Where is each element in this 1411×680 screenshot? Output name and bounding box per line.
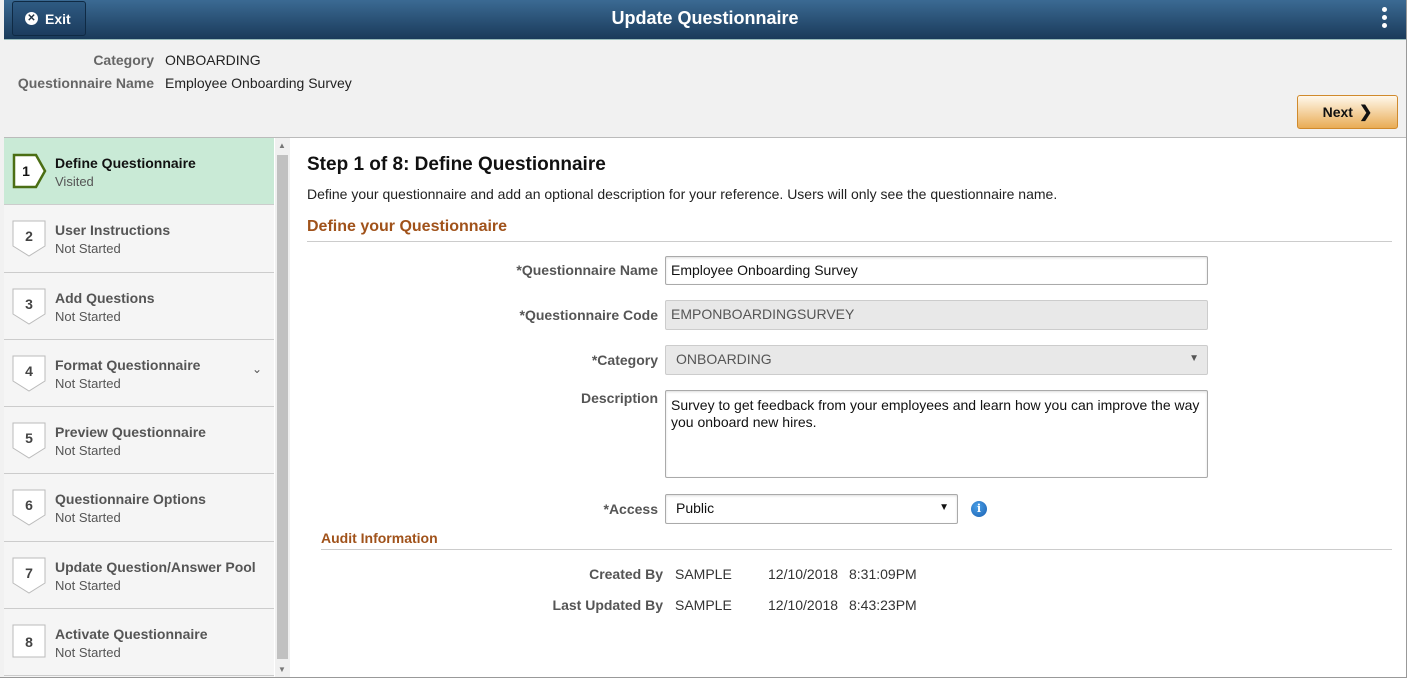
step-item-1[interactable]: 1 Define Questionnaire Visited — [4, 138, 274, 206]
step-item-7[interactable]: 7 Update Question/Answer Pool Not Started — [4, 542, 274, 610]
category-select: ONBOARDING ▼ — [665, 345, 1208, 375]
step-pending-icon: 2 — [12, 220, 46, 257]
summary: Category ONBOARDING Questionnaire Name Emp… — [10, 48, 352, 94]
dropdown-arrow-icon: ▼ — [939, 502, 949, 513]
next-button[interactable]: Next ❯ — [1297, 95, 1398, 129]
step-status: Not Started — [55, 443, 121, 459]
step-pending-icon: 3 — [12, 288, 46, 325]
header-bar: ✕ Exit Update Questionnaire — [4, 0, 1406, 40]
main-area: 1 Define Questionnaire Visited 2 User Instru… — [4, 137, 1406, 677]
step-title: Define Questionnaire — [55, 155, 196, 171]
questionnaire-name-label: *Questionnaire Name — [516, 262, 658, 278]
step-item-3[interactable]: 3 Add Questions Not Started — [4, 273, 274, 340]
step-status: Not Started — [55, 510, 121, 526]
scroll-up-icon[interactable]: ▲ — [278, 141, 286, 150]
dropdown-arrow-icon: ▼ — [1189, 353, 1199, 364]
step-status: Visited — [55, 174, 94, 189]
step-pending-icon: 6 — [12, 489, 46, 527]
questionnaire-code-label: *Questionnaire Code — [519, 307, 658, 323]
category-select-value: ONBOARDING — [676, 351, 772, 367]
step-item-8[interactable]: 8 Activate Questionnaire Not Started — [4, 609, 274, 677]
chevron-down-icon[interactable]: ⌄ — [252, 362, 262, 376]
step-title: Format Questionnaire — [55, 356, 201, 373]
info-icon[interactable]: i — [971, 501, 987, 517]
svg-text:7: 7 — [25, 565, 33, 581]
svg-text:6: 6 — [25, 497, 33, 513]
step-active-chevron-icon: 1 — [12, 153, 47, 189]
step-status: Not Started — [55, 577, 121, 593]
intro-text: Define your questionnaire and add an opt… — [307, 186, 1058, 202]
category-value: ONBOARDING — [165, 51, 261, 68]
step-title: Questionnaire Options — [55, 491, 206, 508]
step-pending-icon: 4 — [12, 355, 46, 392]
step-title: Add Questions — [55, 289, 155, 306]
access-select-value: Public — [676, 500, 715, 516]
created-by-label: Created By — [589, 566, 663, 582]
description-label: Description — [580, 390, 658, 406]
step-status: Not Started — [55, 645, 121, 661]
svg-text:3: 3 — [25, 296, 33, 312]
step-navigation: 1 Define Questionnaire Visited 2 User Instru… — [4, 138, 274, 677]
questionnaire-code-input: EMPONBOARDINGSURVEY — [665, 300, 1208, 330]
more-vertical-icon[interactable] — [1382, 7, 1388, 31]
scroll-thumb[interactable] — [277, 155, 288, 659]
created-by-value: SAMPLE — [675, 566, 732, 582]
step-pending-icon: 7 — [12, 557, 46, 594]
updated-date: 12/10/2018 — [768, 597, 839, 613]
access-select[interactable]: Public ▼ — [665, 494, 958, 524]
step-box-icon: 8 — [12, 624, 46, 658]
svg-text:5: 5 — [25, 430, 33, 446]
created-date: 12/10/2018 — [768, 566, 839, 582]
content: Step 1 of 8: Define Questionnaire Define… — [307, 138, 1392, 613]
step-heading: Step 1 of 8: Define Questionnaire — [307, 154, 606, 175]
category-label: Category — [93, 51, 154, 68]
updated-by-value: SAMPLE — [675, 597, 732, 613]
window: ✕ Exit Update Questionnaire Category ONBOA… — [0, 0, 1407, 678]
description-textarea[interactable]: Survey to get feedback from your employe… — [665, 390, 1208, 478]
updated-by-label: Last Updated By — [552, 597, 663, 613]
access-label: *Access — [603, 501, 659, 517]
svg-text:1: 1 — [22, 163, 30, 179]
next-label: Next — [1322, 104, 1353, 120]
page-title: Update Questionnaire — [611, 8, 799, 28]
svg-text:4: 4 — [25, 363, 33, 379]
step-title: Activate Questionnaire — [55, 626, 208, 643]
name-value: Employee Onboarding Survey — [165, 74, 352, 91]
step-title: Update Question/Answer Pool — [55, 558, 256, 575]
created-time: 8:31:09PM — [849, 566, 917, 582]
questionnaire-name-input[interactable]: Employee Onboarding Survey — [665, 256, 1208, 285]
step-item-4[interactable]: 4 Format Questionnaire Not Started ⌄ — [4, 340, 274, 408]
step-item-2[interactable]: 2 User Instructions Not Started — [4, 205, 274, 273]
step-title: User Instructions — [55, 222, 171, 239]
step-status: Not Started — [55, 241, 121, 257]
audit-heading: Audit Information — [321, 530, 1392, 550]
svg-text:8: 8 — [25, 634, 33, 650]
section-heading: Define your Questionnaire — [307, 218, 1392, 242]
chevron-right-icon: ❯ — [1358, 104, 1373, 121]
step-item-6[interactable]: 6 Questionnaire Options Not Started — [4, 474, 274, 542]
step-item-5[interactable]: 5 Preview Questionnaire Not Started — [4, 407, 274, 475]
name-label: Questionnaire Name — [17, 74, 154, 91]
category-field-label: *Category — [591, 352, 658, 368]
svg-text:2: 2 — [25, 228, 33, 244]
step-status: Not Started — [55, 308, 121, 324]
step-status: Not Started — [55, 375, 121, 391]
updated-time: 8:43:23PM — [849, 597, 917, 613]
sidebar-scrollbar[interactable]: ▲ ▼ — [275, 138, 290, 677]
scroll-down-icon[interactable]: ▼ — [278, 665, 286, 674]
step-title: Preview Questionnaire — [55, 424, 206, 441]
step-pending-icon: 5 — [12, 422, 46, 459]
